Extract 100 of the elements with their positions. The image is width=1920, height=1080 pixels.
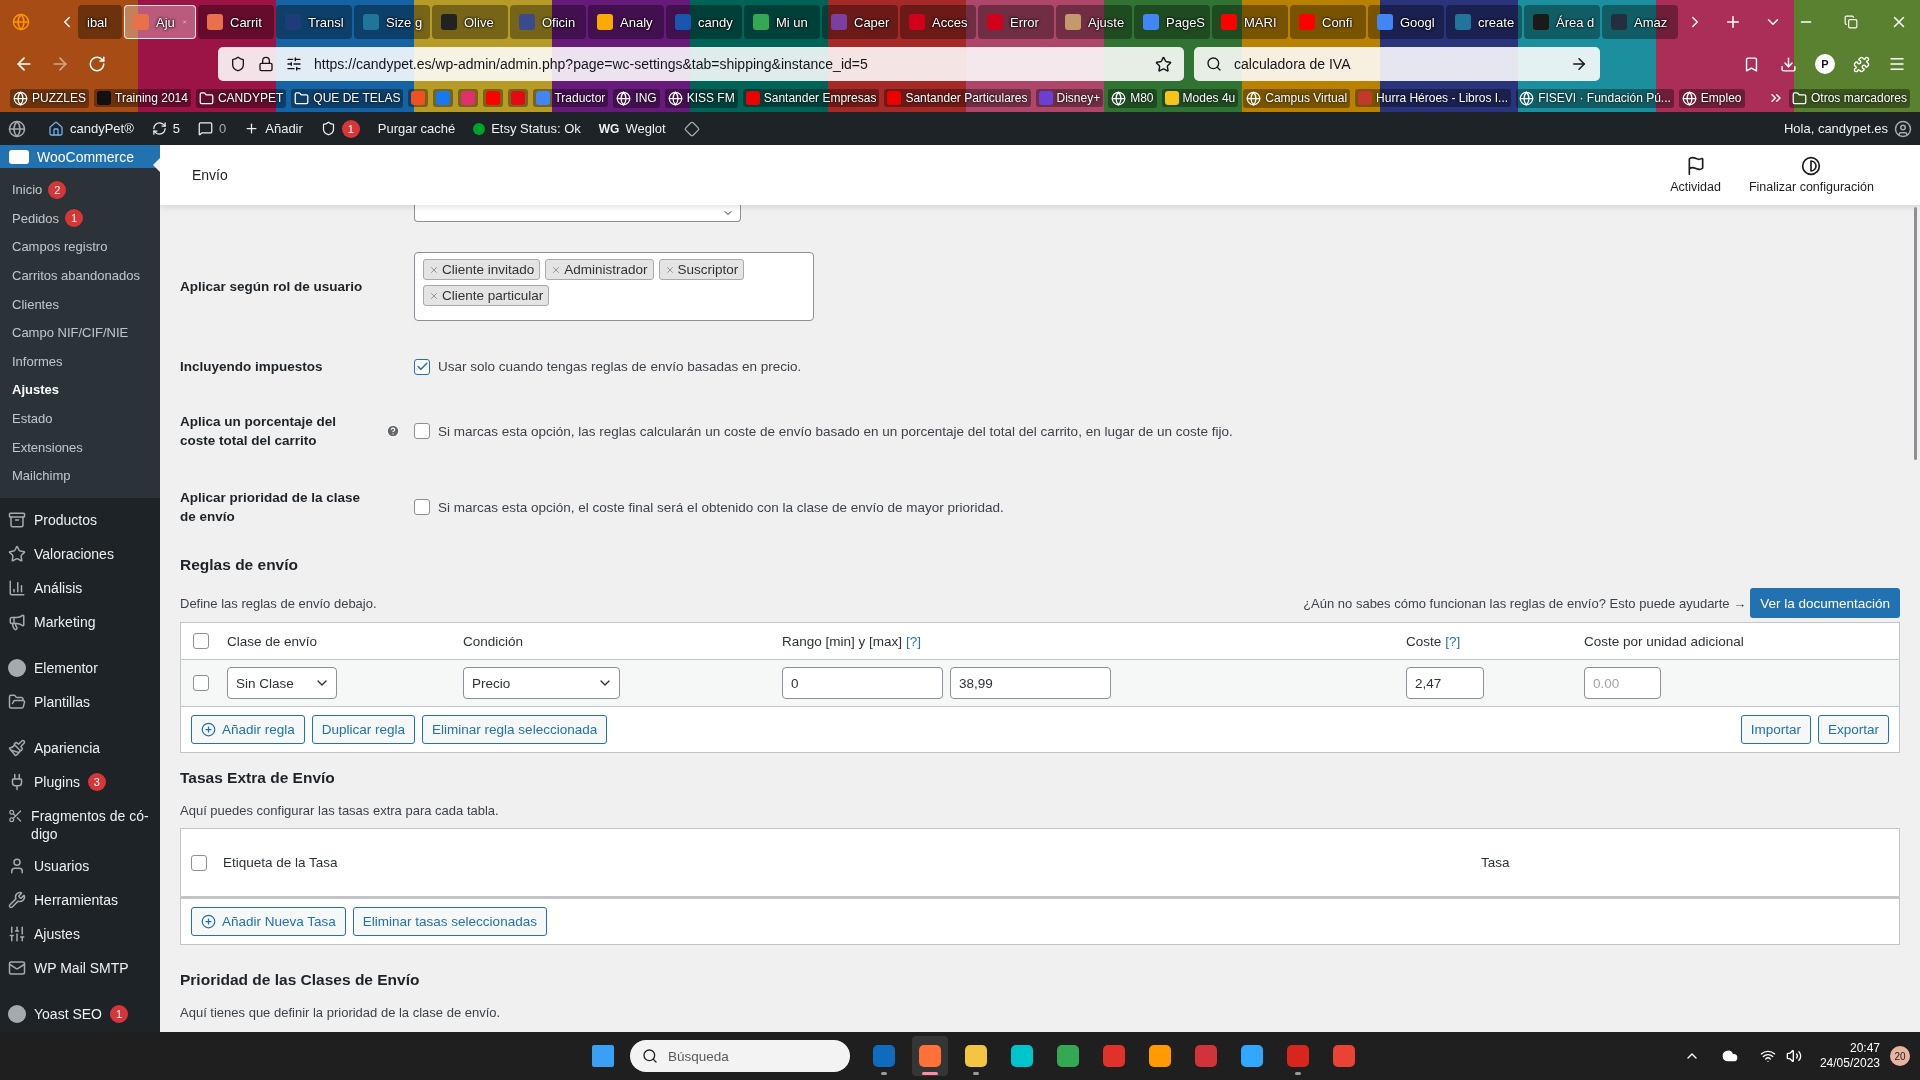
- scrollbar[interactable]: [1914, 207, 1917, 460]
- menu-item[interactable]: Fragmentos de có-digo: [0, 800, 160, 850]
- go-icon[interactable]: [1570, 55, 1588, 73]
- extra-cost-input[interactable]: 0.00: [1584, 667, 1661, 699]
- submenu-item[interactable]: Informes: [0, 347, 160, 376]
- volume-icon[interactable]: [1785, 1048, 1802, 1064]
- bookmark[interactable]: Disney+: [1035, 89, 1104, 107]
- browser-tab[interactable]: Carrit: [198, 5, 274, 39]
- etsy-status[interactable]: Etsy Status: Ok: [473, 121, 581, 136]
- permissions-icon[interactable]: [286, 56, 302, 72]
- menu-item[interactable]: Productos: [0, 504, 160, 538]
- help-link[interactable]: [?]: [1445, 633, 1461, 649]
- menu-item[interactable]: Valoraciones: [0, 538, 160, 572]
- bookmark[interactable]: M80: [1108, 88, 1157, 108]
- menu-item[interactable]: Plantillas: [0, 686, 160, 720]
- extensions-icon[interactable]: [1853, 55, 1870, 73]
- checkbox[interactable]: [414, 358, 430, 375]
- outline-button[interactable]: Eliminar regla seleccionada: [422, 715, 608, 744]
- browser-tab[interactable]: Googl: [1368, 5, 1444, 39]
- menu-item[interactable]: Marketing: [0, 606, 160, 640]
- diamond-icon[interactable]: [683, 120, 700, 137]
- submenu-item[interactable]: Pedidos 1: [0, 204, 160, 233]
- bookmark[interactable]: Modes 4u: [1161, 89, 1239, 107]
- browser-tab[interactable]: Área d: [1524, 5, 1600, 39]
- seo-menu[interactable]: 1: [320, 119, 360, 138]
- header-action[interactable]: Actividad: [1656, 156, 1735, 194]
- bookmark[interactable]: Training 2014: [94, 89, 191, 107]
- select-field[interactable]: [414, 205, 741, 222]
- browser-tab[interactable]: Mi un: [744, 5, 820, 39]
- menu-icon[interactable]: [1888, 55, 1906, 73]
- bookmark[interactable]: Santander Particulares: [884, 89, 1031, 107]
- outline-button[interactable]: Duplicar regla: [311, 715, 416, 744]
- submenu-item[interactable]: Inicio 2: [0, 175, 160, 205]
- cloud-icon[interactable]: [1721, 1048, 1738, 1064]
- browser-tab[interactable]: Error: [978, 5, 1054, 39]
- bookmark-folder[interactable]: Otros marcadores: [1788, 88, 1910, 108]
- browser-tab[interactable]: Transl: [276, 5, 352, 39]
- submenu-item[interactable]: Campos registro: [0, 232, 160, 262]
- menu-item[interactable]: Usuarios: [0, 850, 160, 884]
- bookmark-star-icon[interactable]: [1155, 55, 1172, 73]
- comments-link[interactable]: 0: [198, 121, 227, 136]
- browser-tab[interactable]: create: [1446, 5, 1522, 39]
- purge-cache-link[interactable]: Purgar caché: [377, 121, 456, 136]
- restore-icon[interactable]: [1844, 15, 1858, 29]
- menu-item[interactable]: Análisis: [0, 572, 160, 606]
- address-bar[interactable]: https://candypet.es/wp-admin/admin.php?page=wc-settings&tab=shipping&instance_id=5: [218, 47, 1184, 81]
- cost-input[interactable]: 2,47: [1406, 667, 1484, 699]
- site-link[interactable]: candyPet®: [48, 120, 134, 137]
- download-icon[interactable]: [1780, 55, 1797, 73]
- outline-button[interactable]: Exportar: [1817, 715, 1889, 744]
- bookmark[interactable]: Empleo: [1678, 88, 1745, 108]
- role-tag[interactable]: Cliente particular: [423, 285, 550, 306]
- menu-item[interactable]: Elementor: [0, 652, 160, 686]
- role-tag[interactable]: Cliente invitado: [423, 259, 541, 280]
- min-input[interactable]: 0: [782, 667, 943, 699]
- outline-button[interactable]: Añadir Nueva Tasa: [191, 907, 346, 936]
- menu-item[interactable]: Ajustes: [0, 918, 160, 952]
- browser-tab[interactable]: Size g: [354, 5, 430, 39]
- browser-tab[interactable]: candy: [666, 5, 742, 39]
- condition-select[interactable]: Precio: [463, 667, 620, 699]
- bookmark[interactable]: PUZZLES: [10, 88, 89, 108]
- select-all-checkbox[interactable]: [193, 633, 209, 649]
- bookmark[interactable]: Santander Empresas: [742, 89, 880, 107]
- outline-button[interactable]: Importar: [1740, 715, 1811, 744]
- submenu-item[interactable]: Mailchimp: [0, 461, 160, 490]
- checkbox[interactable]: [414, 423, 430, 439]
- wifi-icon[interactable]: [1759, 1048, 1776, 1064]
- multi-select-field[interactable]: Cliente invitado Administrador Suscriptor Cliente particular: [414, 252, 814, 321]
- browser-tab[interactable]: ibal: [78, 5, 122, 39]
- weglot-link[interactable]: WG Weglot: [598, 121, 666, 136]
- bookmark[interactable]: Campus Virtual: [1243, 88, 1351, 108]
- menu-item[interactable]: WP Mail SMTP: [0, 952, 160, 986]
- menu-item[interactable]: Plugins 3: [0, 766, 160, 800]
- role-tag[interactable]: Suscriptor: [658, 259, 745, 280]
- submenu-item[interactable]: Extensiones: [0, 432, 160, 462]
- browser-tab[interactable]: Oficin: [510, 5, 586, 39]
- checkbox[interactable]: [414, 499, 430, 515]
- submenu-item[interactable]: Campo NIF/CIF/NIE: [0, 318, 160, 348]
- new-link[interactable]: Añadir: [244, 121, 303, 136]
- select-all-checkbox[interactable]: [191, 854, 207, 871]
- submenu-item[interactable]: Ajustes: [0, 375, 160, 405]
- browser-tab[interactable]: Olive: [432, 5, 508, 39]
- new-tab-icon[interactable]: [1724, 13, 1742, 31]
- role-tag[interactable]: Administrador: [545, 259, 654, 280]
- search-field[interactable]: calculadora de IVA: [1194, 47, 1600, 81]
- start-icon[interactable]: [592, 1045, 614, 1067]
- notification-badge[interactable]: 20: [1890, 1046, 1910, 1066]
- reload-icon[interactable]: [88, 55, 106, 73]
- bookmark[interactable]: Traductor: [533, 89, 609, 107]
- browser-tab[interactable]: Ajuste: [1056, 5, 1132, 39]
- shield-icon[interactable]: [230, 56, 246, 72]
- taskbar-search[interactable]: Búsqueda: [630, 1040, 850, 1072]
- class-select[interactable]: Sin Clase: [227, 667, 337, 699]
- checkbox[interactable]: [193, 675, 209, 691]
- taskbar-app[interactable]: [912, 1036, 948, 1076]
- menu-item[interactable]: Herramientas: [0, 884, 160, 918]
- browser-tab[interactable]: Amaz: [1602, 5, 1678, 39]
- documentation-button[interactable]: Ver la documentación: [1750, 588, 1900, 618]
- menu-item[interactable]: Yoast SEO 1: [0, 998, 160, 1032]
- lock-icon[interactable]: [258, 56, 274, 72]
